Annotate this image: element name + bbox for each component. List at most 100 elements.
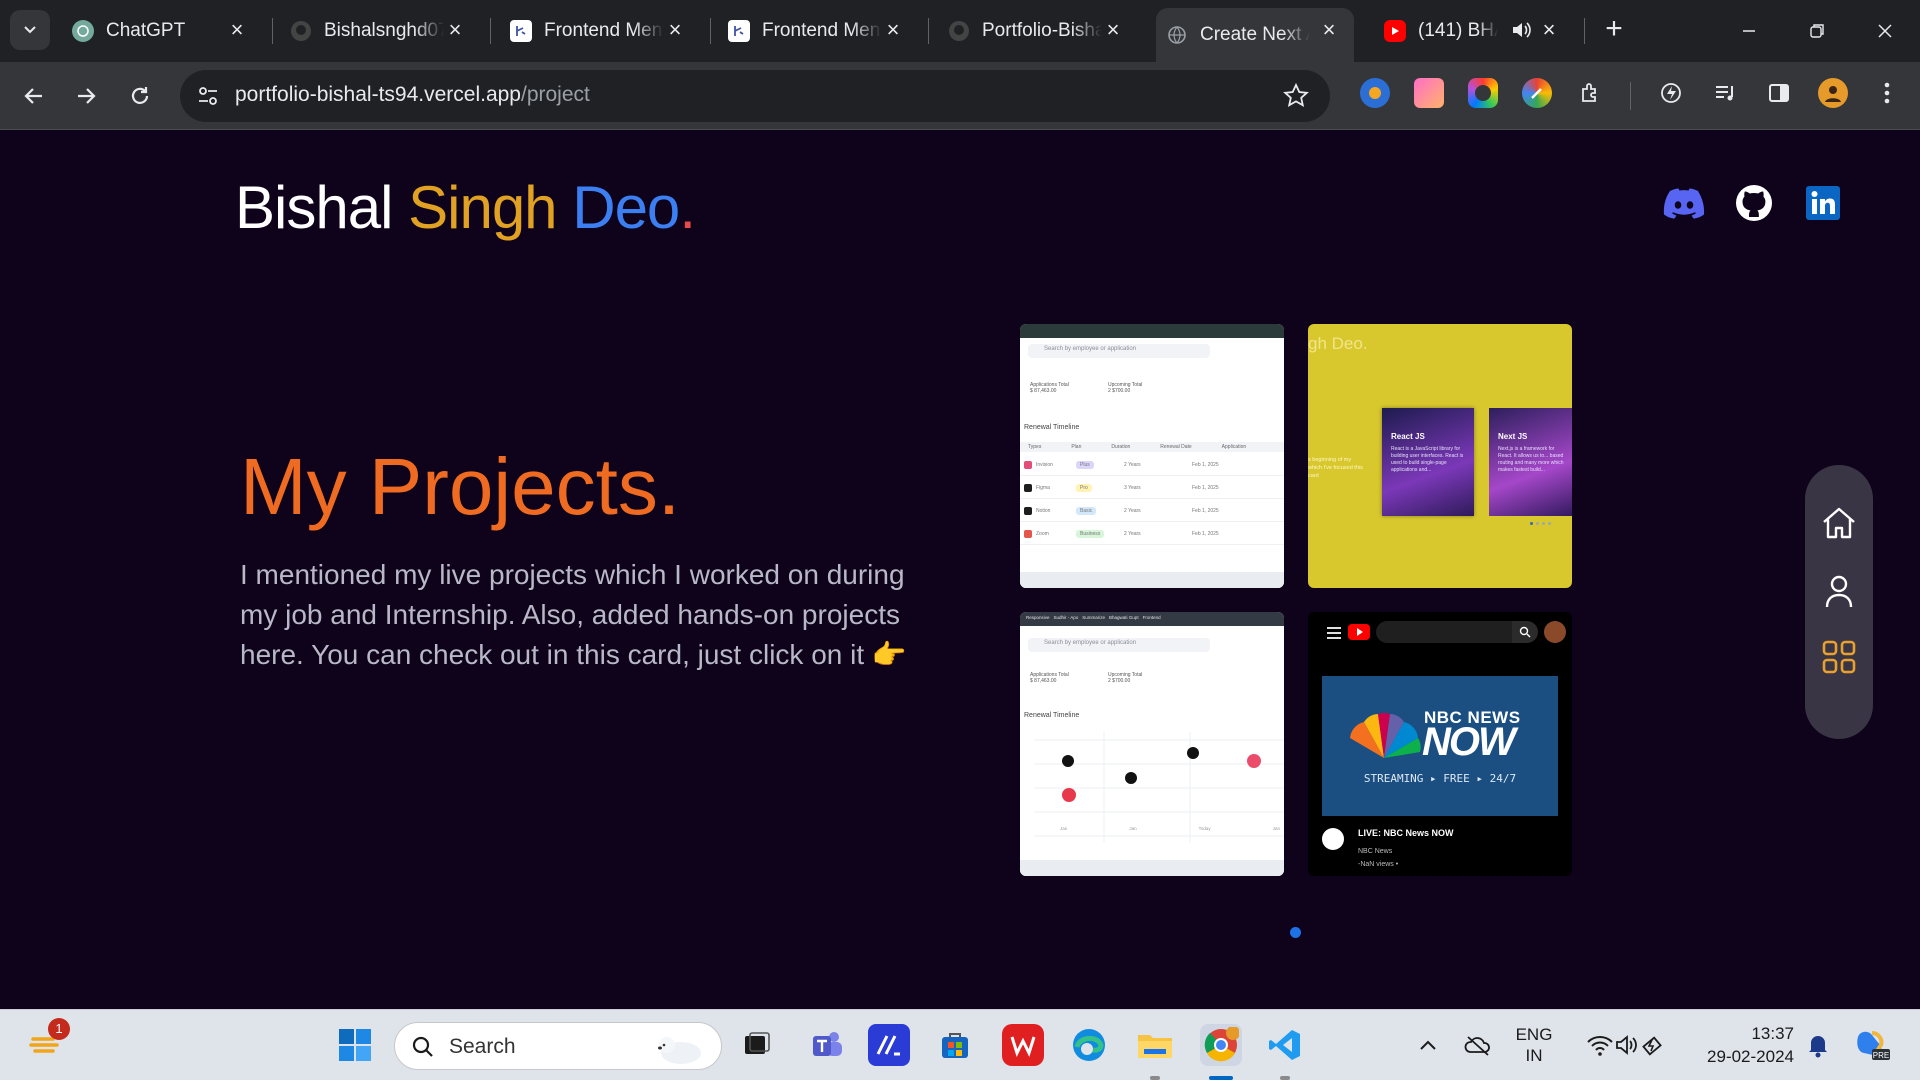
tab-github-portfolio[interactable]: Portfolio-Bishal × xyxy=(948,8,1138,54)
user-icon xyxy=(1825,575,1853,608)
tab-search-button[interactable] xyxy=(10,10,50,50)
chrome-app[interactable] xyxy=(1200,1024,1242,1066)
reload-button[interactable] xyxy=(120,76,160,116)
nav-projects-button[interactable] xyxy=(1821,639,1857,675)
new-tab-button[interactable]: + xyxy=(1598,14,1630,46)
close-tab-icon[interactable]: × xyxy=(226,19,248,42)
pointing-hand-emoji: 👉 xyxy=(871,639,907,670)
region-code: IN xyxy=(1525,1046,1543,1065)
timeline-chart xyxy=(1034,732,1284,842)
close-tab-icon[interactable]: × xyxy=(1538,19,1560,42)
copilot-button[interactable]: PRE xyxy=(1850,1024,1892,1066)
tab-separator xyxy=(928,18,929,44)
yt-search-input xyxy=(1376,621,1512,643)
weather-widget[interactable]: 1 xyxy=(26,1018,70,1066)
tab-github-profile[interactable]: Bishalsnghd07 × xyxy=(290,8,480,54)
stat-value: 2 $700.00 xyxy=(1108,678,1131,684)
plan-badge: Plus xyxy=(1076,461,1094,469)
page-title: My Projects. xyxy=(240,442,681,531)
language-indicator[interactable]: ENG IN xyxy=(1514,1024,1554,1066)
address-bar[interactable]: portfolio-bishal-ts94.vercel.app/project xyxy=(180,70,1330,122)
minimize-button[interactable] xyxy=(1732,14,1766,48)
nav-home-button[interactable] xyxy=(1821,505,1857,541)
notifications-button[interactable] xyxy=(1802,1024,1834,1066)
media-controls-icon[interactable] xyxy=(1710,78,1740,108)
app-launcher[interactable] xyxy=(868,1024,910,1066)
nbc-peacock-icon xyxy=(1350,712,1421,758)
profile-avatar[interactable] xyxy=(1818,78,1848,108)
tab-youtube[interactable]: (141) BHAJAN × xyxy=(1384,8,1574,54)
browser-toolbar: portfolio-bishal-ts94.vercel.app/project xyxy=(0,62,1920,130)
plan-badge: Pro xyxy=(1076,484,1092,492)
card-stat-2: Upcoming Total 2 $700.00 xyxy=(1108,672,1142,684)
taskbar-search[interactable]: Search xyxy=(394,1022,722,1070)
audio-playing-icon[interactable] xyxy=(1510,19,1534,43)
extension-vpn-icon[interactable] xyxy=(1360,78,1390,108)
extension-gradient-icon[interactable] xyxy=(1414,78,1444,108)
wps-office-app[interactable] xyxy=(1002,1024,1044,1066)
tab-create-next-app[interactable]: Create Next App × xyxy=(1156,8,1354,62)
performance-icon[interactable] xyxy=(1656,78,1686,108)
show-hidden-icons-button[interactable] xyxy=(1416,1024,1440,1066)
column-header: Renewal Date xyxy=(1160,444,1192,450)
forward-button[interactable] xyxy=(66,76,106,116)
project-card-portfolio-v1[interactable]: gh Deo. s beginning of my which I've foc… xyxy=(1308,324,1572,588)
site-logo[interactable]: Bishal Singh Deo. xyxy=(235,173,696,242)
start-button[interactable] xyxy=(334,1024,376,1066)
vscode-app[interactable] xyxy=(1264,1024,1306,1066)
teams-app[interactable] xyxy=(806,1024,848,1066)
github-icon xyxy=(1736,185,1772,221)
extensions-puzzle-icon[interactable] xyxy=(1576,78,1606,108)
file-explorer-app[interactable] xyxy=(1134,1024,1176,1066)
project-card-subscription-dashboard[interactable]: Search by employee or application Applic… xyxy=(1020,324,1284,588)
bookmark-star-icon[interactable] xyxy=(1282,82,1310,110)
hero-description: I mentioned my live projects which I wor… xyxy=(240,555,920,675)
extension-colorzilla-icon[interactable] xyxy=(1522,78,1552,108)
microsoft-store-app[interactable] xyxy=(934,1024,976,1066)
close-tab-icon[interactable]: × xyxy=(664,19,686,42)
carousel-indicator[interactable] xyxy=(1290,927,1301,938)
restore-button[interactable] xyxy=(1800,14,1834,48)
task-view-button[interactable] xyxy=(736,1024,778,1066)
search-label: Search xyxy=(449,1035,516,1058)
tab-chatgpt[interactable]: ChatGPT × xyxy=(72,8,262,54)
toolbar-divider xyxy=(1630,82,1631,110)
tab-frontend-mentor-2[interactable]: Frontend Mentor × xyxy=(728,8,918,54)
card-stat-2: Upcoming Total 2 $700.00 xyxy=(1108,382,1142,394)
nav-about-button[interactable] xyxy=(1821,573,1857,609)
close-window-button[interactable] xyxy=(1868,14,1902,48)
quick-settings-button[interactable] xyxy=(1576,1024,1676,1066)
tab-frontend-mentor-1[interactable]: Frontend Mentor × xyxy=(510,8,700,54)
more-menu-icon[interactable] xyxy=(1872,78,1902,108)
close-tab-icon[interactable]: × xyxy=(444,19,466,42)
folder-icon xyxy=(1138,1035,1172,1058)
close-tab-icon[interactable]: × xyxy=(1102,19,1124,42)
notification-badge: 1 xyxy=(48,1018,70,1040)
linkedin-link[interactable] xyxy=(1801,181,1845,225)
wifi-icon xyxy=(1587,1036,1613,1056)
close-tab-icon[interactable]: × xyxy=(882,19,904,42)
timeline-point xyxy=(1187,747,1199,759)
x-axis-label: Jan xyxy=(1272,826,1280,831)
site-info-icon[interactable] xyxy=(194,82,222,110)
language-code: ENG xyxy=(1515,1025,1553,1044)
tab-separator xyxy=(490,18,491,44)
project-card-youtube-clone[interactable]: NBC NEWS NOW STREAMING ▸ FREE ▸ 24/7 LIV… xyxy=(1308,612,1572,876)
onedrive-button[interactable] xyxy=(1462,1024,1494,1066)
table-row: Figma Pro 3 Years Feb 1, 2025 xyxy=(1020,479,1284,499)
youtube-icon xyxy=(1384,20,1406,42)
project-card-renewal-timeline[interactable]: Responsive Sudhir - Apo Summarize Bhagwa… xyxy=(1020,612,1284,876)
github-link[interactable] xyxy=(1732,181,1776,225)
back-button[interactable] xyxy=(14,76,54,116)
edge-app[interactable] xyxy=(1068,1024,1110,1066)
logo-first-name: Bishal xyxy=(235,174,393,241)
side-panel-icon[interactable] xyxy=(1764,78,1794,108)
clock[interactable]: 13:37 29-02-2024 xyxy=(1694,1022,1794,1068)
tab-title: Frontend Mentor xyxy=(762,20,882,41)
extension-color-picker-icon[interactable] xyxy=(1468,78,1498,108)
close-icon xyxy=(1878,24,1892,38)
globe-icon xyxy=(1166,24,1188,46)
card-partial-title: gh Deo. xyxy=(1308,334,1368,353)
discord-link[interactable] xyxy=(1662,181,1706,225)
close-tab-icon[interactable]: × xyxy=(1318,19,1340,42)
